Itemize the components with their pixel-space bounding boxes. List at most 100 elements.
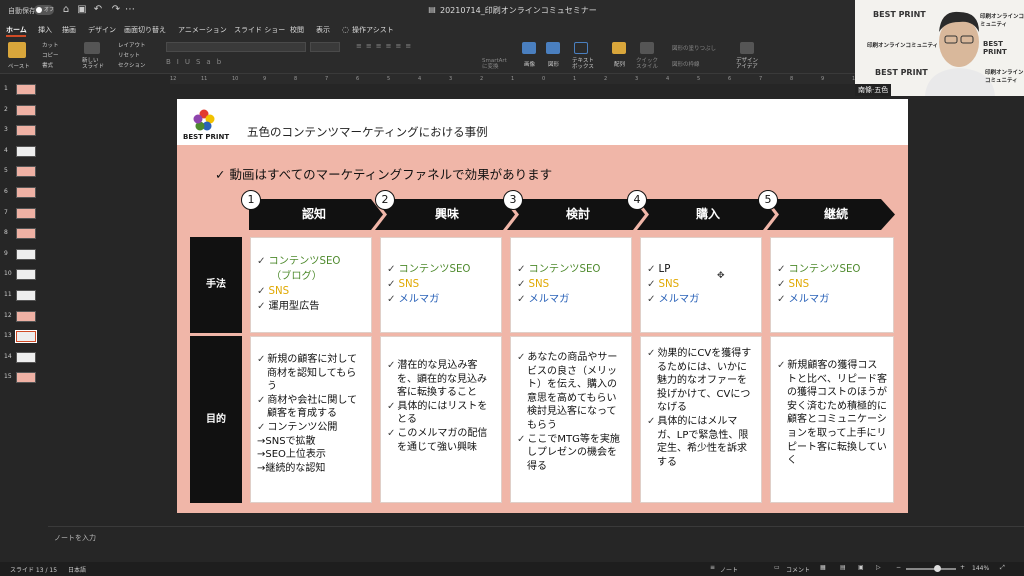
tab-view[interactable]: 表示 bbox=[316, 25, 330, 35]
notes-pane[interactable]: ノートを入力 bbox=[48, 526, 1024, 562]
method-item-text: コンテンツSEO bbox=[398, 264, 471, 275]
zoom-out-icon[interactable]: − bbox=[896, 564, 901, 571]
notes-toggle[interactable]: ノート bbox=[720, 565, 738, 574]
method-item: ✓ コンテンツSEO bbox=[257, 254, 365, 269]
slide-thumbnail[interactable] bbox=[16, 372, 36, 384]
undo-icon[interactable]: ↶ bbox=[92, 4, 104, 16]
textbox-icon[interactable] bbox=[574, 42, 588, 54]
comments-toggle[interactable]: コメント bbox=[786, 565, 810, 574]
step-label-2: 興味 bbox=[434, 207, 459, 221]
slide-thumbnail[interactable] bbox=[16, 187, 36, 198]
slide-thumbnail[interactable] bbox=[16, 248, 36, 260]
home-icon[interactable]: ⌂ bbox=[60, 4, 72, 16]
method-item-text: SNS bbox=[658, 279, 680, 290]
method-cell-purchase[interactable]: ✓ LP ✓ SNS ✓ メルマガ bbox=[640, 237, 762, 333]
purpose-cell-consideration[interactable]: あなたの商品やサービスの良さ（メリット）を伝え、購入の意思を高めてもらい検討見込… bbox=[510, 336, 632, 503]
tab-review[interactable]: 校閲 bbox=[290, 25, 304, 35]
font-format-buttons[interactable]: BIUSab bbox=[166, 58, 346, 68]
method-item: ✓ 運用型広告 bbox=[257, 299, 365, 314]
purpose-cell-interest[interactable]: 潜在的な見込み客を、顕在的な見込み客に転換すること具体的にはリストをとるこのメル… bbox=[380, 336, 502, 503]
slide-thumbnail[interactable] bbox=[15, 330, 37, 344]
cut-label[interactable]: カット bbox=[42, 41, 59, 49]
shape-fill-label[interactable]: 図形の塗りつぶし bbox=[672, 44, 716, 52]
method-cell-consideration[interactable]: ✓ コンテンツSEO ✓ SNS ✓ メルマガ bbox=[510, 237, 632, 333]
slide-thumbnail[interactable] bbox=[16, 351, 36, 363]
slide-thumbnail[interactable] bbox=[16, 207, 36, 219]
purpose-cell-purchase[interactable]: 効果的にCVを獲得するためには、いかに魅力的なオファーを投げかけて、CVにつなげ… bbox=[640, 336, 762, 503]
slide-thumbnail[interactable] bbox=[16, 290, 36, 301]
slide-thumbnail[interactable] bbox=[16, 104, 36, 116]
method-cell-interest[interactable]: ✓ コンテンツSEO ✓ SNS ✓ メルマガ bbox=[380, 237, 502, 333]
slide-thumbnail[interactable] bbox=[16, 166, 36, 178]
slideshow-icon[interactable]: ▷ bbox=[876, 564, 881, 571]
slide-canvas[interactable]: BEST PRINT 五色のコンテンツマーケティングにおける事例 ✓ 動画はすべ… bbox=[177, 99, 908, 513]
layout-label[interactable]: レイアウト bbox=[118, 41, 146, 49]
method-item: ✓ コンテンツSEO bbox=[387, 262, 495, 277]
method-cell-retention[interactable]: ✓ コンテンツSEO ✓ SNS ✓ メルマガ bbox=[770, 237, 894, 333]
method-item-text: LP bbox=[658, 264, 671, 275]
tab-insert[interactable]: 挿入 bbox=[38, 25, 52, 35]
paste-icon[interactable] bbox=[8, 42, 26, 58]
step-number-4: 4 bbox=[627, 190, 647, 210]
method-item: ✓ メルマガ bbox=[517, 292, 625, 307]
save-icon[interactable]: ▣ bbox=[76, 4, 88, 16]
more-icon[interactable]: ⋯ bbox=[124, 4, 136, 16]
ruler-tick-label: 1 bbox=[573, 76, 577, 82]
document-title[interactable]: 20210714_印刷オンラインコミュセミナー bbox=[440, 5, 597, 16]
slide-thumbnail[interactable] bbox=[16, 125, 36, 137]
logo-text: BEST PRINT bbox=[183, 133, 230, 141]
method-item-text: コンテンツSEO bbox=[788, 264, 861, 275]
arrange-label: 配列 bbox=[614, 62, 626, 68]
notes-placeholder[interactable]: ノートを入力 bbox=[54, 533, 96, 543]
method-item: ✓ LP bbox=[647, 262, 755, 277]
section-label[interactable]: セクション bbox=[118, 61, 146, 69]
arrange-icon[interactable] bbox=[612, 42, 626, 54]
zoom-level[interactable]: 144% bbox=[972, 565, 989, 572]
paragraph-buttons[interactable]: ≡≡≡≡≡≡ bbox=[356, 42, 466, 68]
redo-icon[interactable]: ↷ bbox=[110, 4, 122, 16]
font-size-field[interactable] bbox=[310, 42, 340, 52]
zoom-in-icon[interactable]: + bbox=[960, 564, 965, 571]
normal-view-icon[interactable]: ▦ bbox=[820, 564, 826, 571]
check-icon: ✓ bbox=[777, 264, 786, 275]
slide-subtitle[interactable]: ✓ 動画はすべてのマーケティングファネルで効果があります bbox=[215, 164, 552, 183]
tab-tell-me[interactable]: 操作アシスト bbox=[352, 25, 394, 35]
purpose-cell-awareness[interactable]: 新規の顧客に対して商材を認知してもらう商材や会社に関して顧客を育成するコンテンツ… bbox=[250, 336, 372, 503]
tab-home[interactable]: ホーム bbox=[6, 25, 27, 35]
reset-label[interactable]: リセット bbox=[118, 51, 140, 59]
zoom-slider[interactable] bbox=[906, 568, 956, 570]
tab-animations[interactable]: アニメーション bbox=[178, 25, 227, 35]
tab-draw[interactable]: 描画 bbox=[62, 25, 76, 35]
shape-icon[interactable] bbox=[546, 42, 560, 54]
slide-thumbnail-pane: 1 2 3 4 5 6 7 8 9 10 11 12 13 14 15 bbox=[0, 74, 48, 514]
step-number-5: 5 bbox=[758, 190, 778, 210]
method-item-text: メルマガ bbox=[658, 294, 700, 305]
slide-thumbnail[interactable] bbox=[16, 228, 36, 240]
slide-sorter-icon[interactable]: ▤ bbox=[840, 564, 846, 571]
slide-thumbnail[interactable] bbox=[16, 269, 36, 281]
zoom-slider-knob[interactable] bbox=[934, 565, 941, 572]
purpose-item: あなたの商品やサービスの良さ（メリット）を伝え、購入の意思を高めてもらい検討見込… bbox=[517, 351, 625, 433]
thumbnail-number: 5 bbox=[4, 167, 8, 175]
format-label[interactable]: 書式 bbox=[42, 61, 53, 69]
image-icon[interactable] bbox=[522, 42, 536, 54]
tab-slideshow[interactable]: スライド ショー bbox=[234, 25, 285, 35]
convert-smartart-label[interactable]: SmartArt に変換 bbox=[482, 58, 507, 70]
new-slide-icon[interactable] bbox=[84, 42, 100, 54]
slide-thumbnail[interactable] bbox=[16, 84, 36, 95]
slide-title[interactable]: 五色のコンテンツマーケティングにおける事例 bbox=[247, 124, 488, 140]
shape-outline-label[interactable]: 図形の枠線 bbox=[672, 60, 700, 68]
method-cell-awareness[interactable]: ✓ コンテンツSEO （ブログ） ✓ SNS ✓ 運用型広告 bbox=[250, 237, 372, 333]
language-indicator[interactable]: 日本語 bbox=[68, 565, 86, 574]
tab-transitions[interactable]: 画面切り替え bbox=[124, 25, 166, 35]
font-name-field[interactable] bbox=[166, 42, 306, 52]
purpose-cell-retention[interactable]: 新規顧客の獲得コストと比べ、リピード客の獲得コストのほうが安く済むため積極的に顧… bbox=[770, 336, 894, 503]
slide-thumbnail[interactable] bbox=[16, 145, 36, 157]
fit-slide-icon[interactable]: ⤢ bbox=[1000, 564, 1005, 572]
quick-style-icon[interactable] bbox=[640, 42, 654, 54]
reading-view-icon[interactable]: ▣ bbox=[858, 564, 864, 571]
copy-label[interactable]: コピー bbox=[42, 51, 59, 59]
slide-thumbnail[interactable] bbox=[16, 310, 36, 322]
tab-design[interactable]: デザイン bbox=[88, 25, 116, 35]
design-ideas-icon[interactable] bbox=[740, 42, 754, 54]
